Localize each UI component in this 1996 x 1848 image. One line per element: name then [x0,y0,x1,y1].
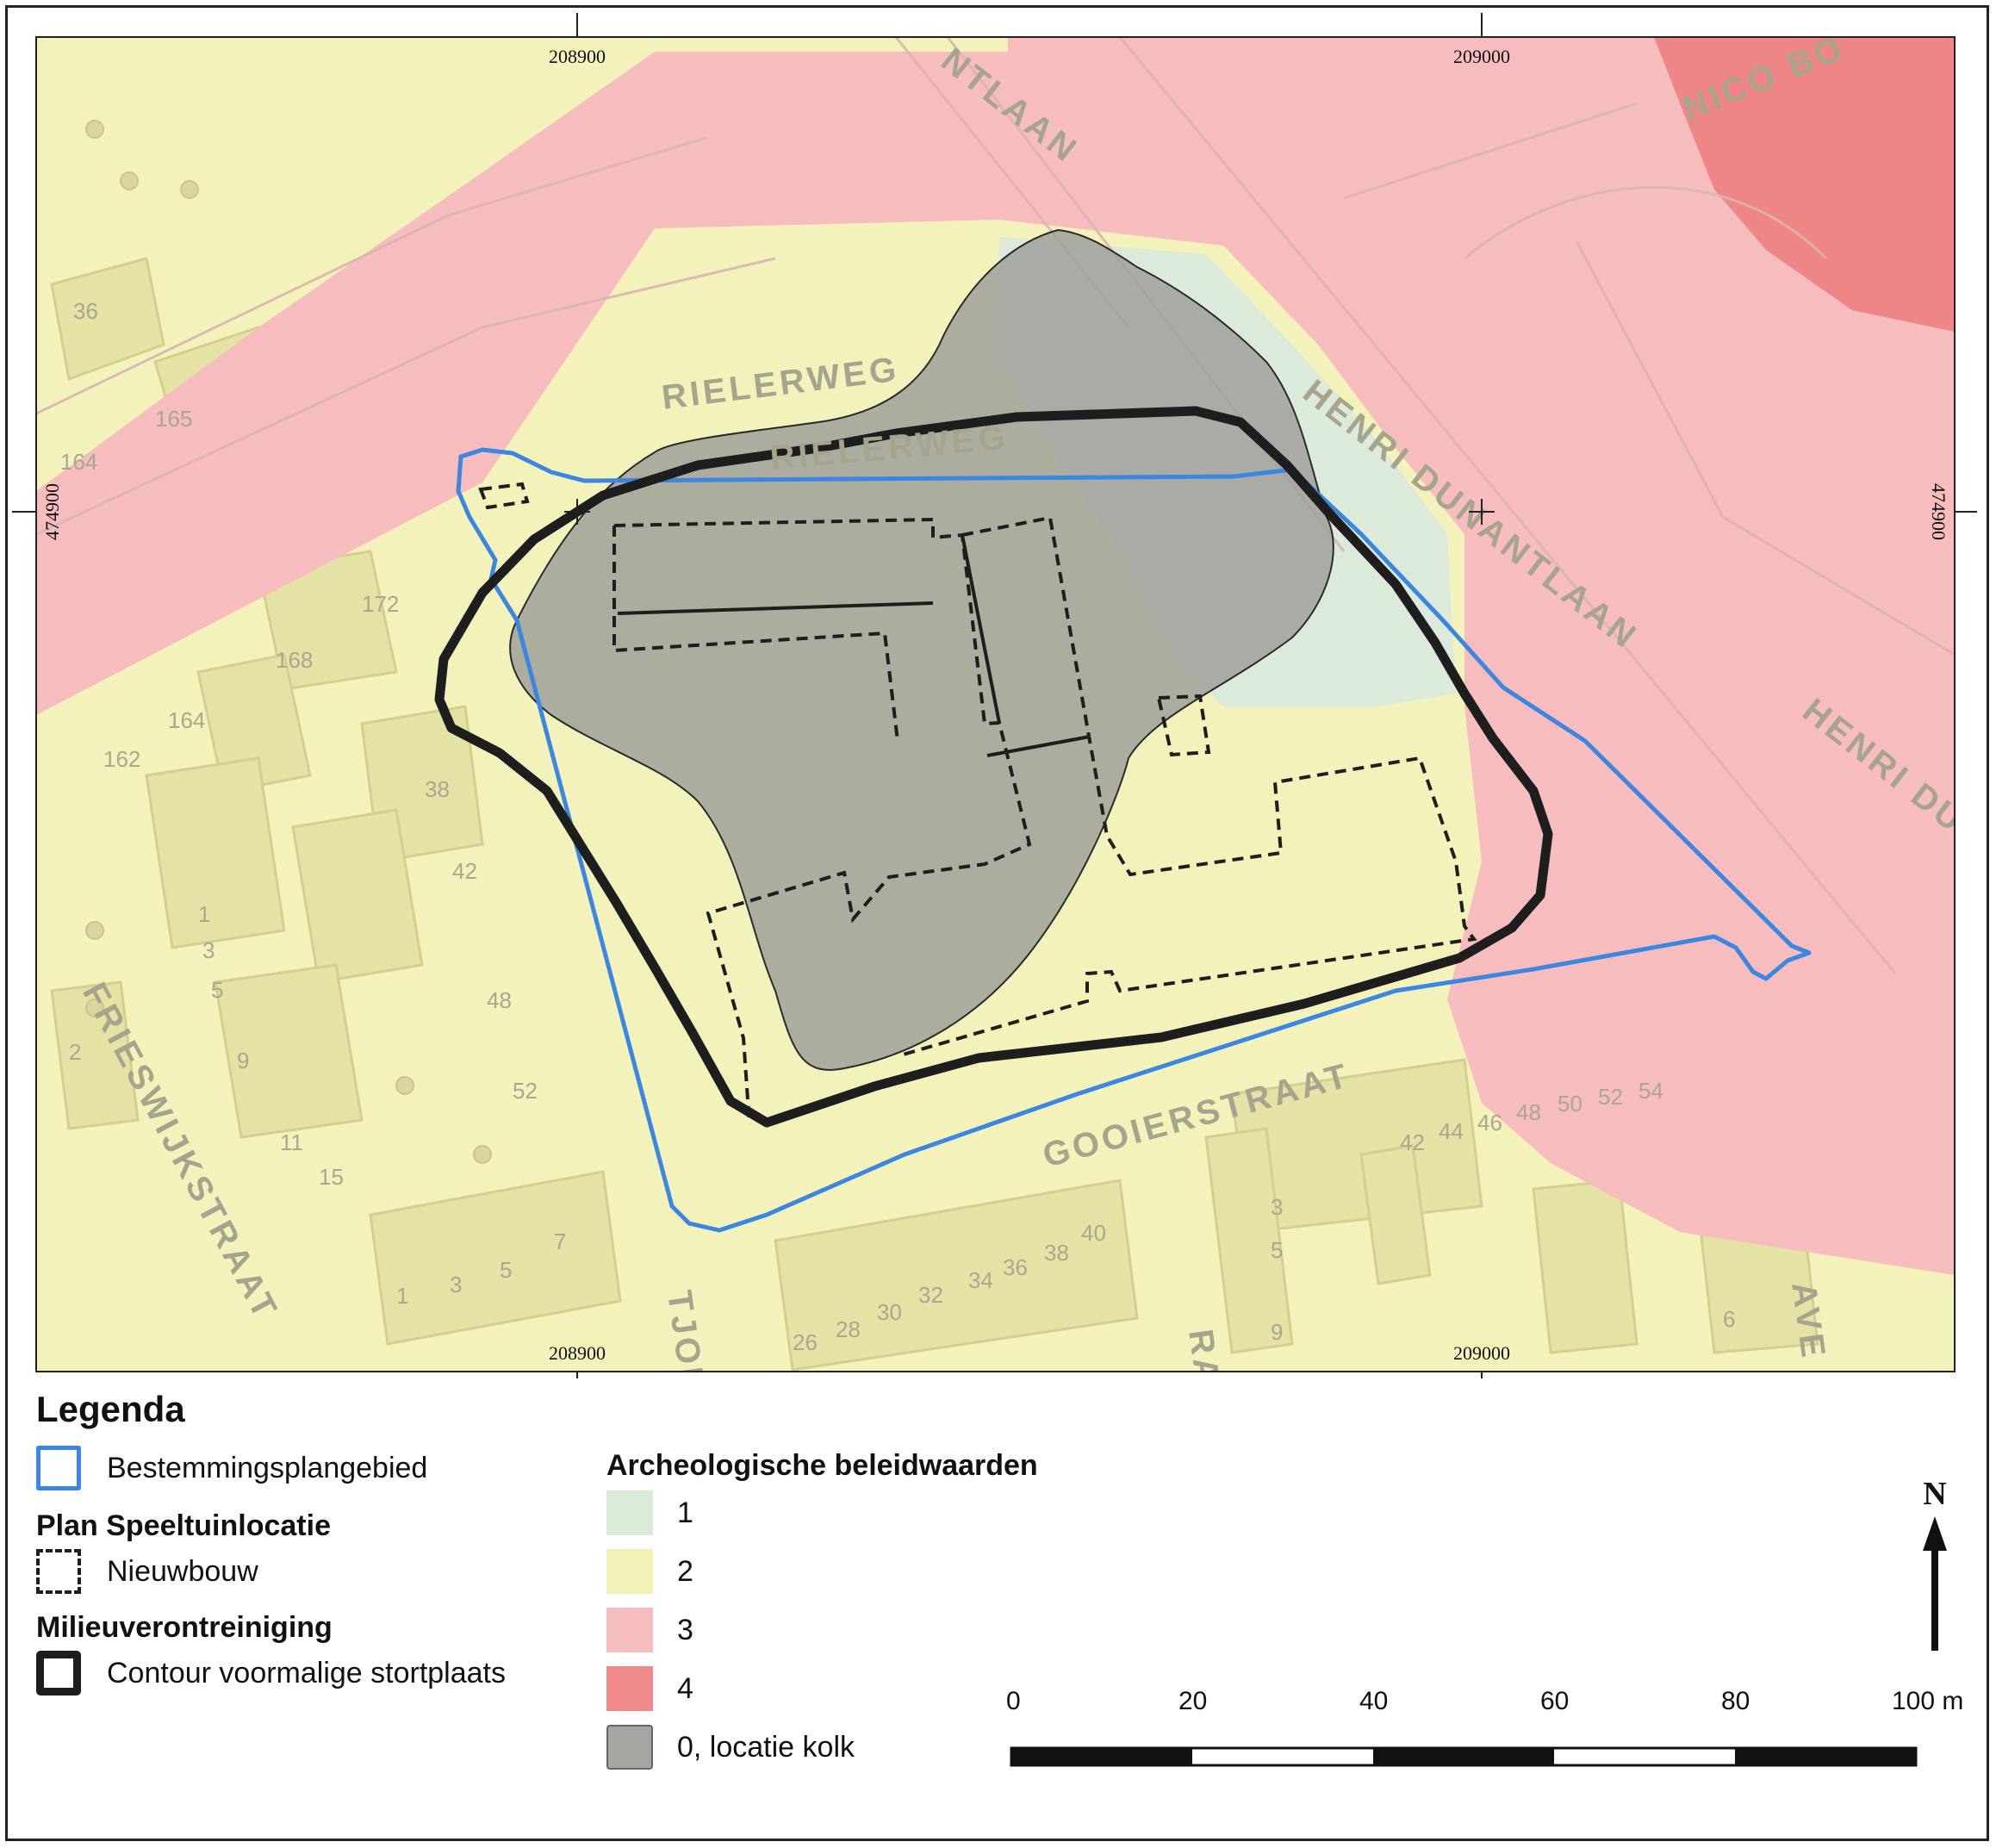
svg-text:165: 165 [155,406,192,432]
north-arrow-icon [1923,1516,1947,1651]
legend-label: 0, locatie kolk [677,1730,855,1764]
svg-text:28: 28 [836,1316,861,1342]
legend-group-plan-title: Plan Speeltuinlocatie [36,1509,331,1542]
svg-text:36: 36 [1003,1254,1028,1280]
legend-label: Nieuwbouw [107,1554,258,1588]
scale-label-0: 0 [1006,1687,1021,1715]
svg-text:5: 5 [1271,1237,1283,1263]
svg-text:1: 1 [396,1283,408,1309]
svg-text:34: 34 [968,1267,993,1293]
legend-item-landfill: Contour voormalige stortplaats [36,1651,506,1696]
svg-text:54: 54 [1638,1078,1663,1104]
svg-text:46: 46 [1477,1110,1502,1136]
svg-text:474900: 474900 [1928,483,1949,540]
svg-text:48: 48 [487,987,512,1013]
svg-text:42: 42 [1400,1129,1425,1155]
svg-text:474900: 474900 [41,483,63,540]
arch-2-swatch [606,1549,653,1594]
arch-3-swatch [606,1608,653,1652]
map-panel: RIELERWEG RIELERWEG HENRI DUNANTLAAN HEN… [12,13,1977,1378]
legend-label: 3 [677,1613,693,1646]
svg-text:11: 11 [280,1129,303,1155]
scale-label-40: 40 [1359,1687,1389,1715]
svg-text:38: 38 [1044,1240,1069,1266]
arch-1-swatch [606,1490,653,1535]
legend-item-kolk: 0, locatie kolk [606,1725,855,1770]
svg-text:164: 164 [168,707,205,733]
legend-item-arch-2: 2 [606,1549,693,1594]
svg-text:7: 7 [554,1229,566,1254]
svg-text:44: 44 [1439,1118,1464,1144]
new-build-swatch [36,1549,81,1594]
svg-text:209000: 209000 [1453,1342,1510,1364]
svg-text:1: 1 [198,901,210,927]
scale-label-100: 100 m [1892,1687,1964,1715]
svg-text:208900: 208900 [549,1342,606,1364]
svg-text:5: 5 [211,977,223,1003]
svg-text:168: 168 [276,647,313,673]
svg-text:30: 30 [877,1299,902,1325]
svg-text:5: 5 [500,1257,512,1283]
svg-text:26: 26 [793,1329,818,1355]
legend-label: Contour voormalige stortplaats [107,1656,507,1689]
north-arrow-label: N [1923,1476,1947,1512]
legend-item-arch-4: 4 [606,1666,693,1711]
legend-item-arch-3: 3 [606,1608,693,1652]
legend-label: Bestemmingsplangebied [107,1451,428,1484]
legend-item-plan-boundary: Bestemmingsplangebied [36,1446,427,1490]
svg-text:36: 36 [73,298,98,324]
svg-text:3: 3 [450,1272,462,1297]
svg-text:208900: 208900 [549,46,606,67]
plan-boundary-swatch [36,1446,81,1490]
arch-4-swatch [606,1666,653,1711]
legend-item-arch-1: 1 [606,1490,693,1535]
svg-text:38: 38 [425,776,450,802]
svg-text:3: 3 [1271,1194,1283,1220]
svg-text:3: 3 [202,937,215,963]
svg-text:164: 164 [60,449,97,475]
legend-label: 1 [677,1496,693,1529]
svg-text:2: 2 [69,1039,81,1065]
map-layers: RIELERWEG RIELERWEG HENRI DUNANTLAAN HEN… [36,37,1955,1372]
svg-text:52: 52 [1598,1084,1623,1110]
legend-label: 4 [677,1671,693,1705]
legend-group-pollution-title: Milieuverontreiniging [36,1611,333,1644]
svg-text:9: 9 [237,1048,249,1073]
svg-text:9: 9 [1271,1319,1283,1345]
svg-text:32: 32 [918,1282,943,1308]
scale-label-60: 60 [1540,1687,1570,1715]
legend-title: Legenda [36,1389,185,1429]
svg-text:42: 42 [452,858,477,884]
svg-text:52: 52 [513,1078,538,1104]
legend-group-arch-title: Archeologische beleidwaarden [606,1449,1038,1482]
svg-text:162: 162 [103,746,140,772]
svg-text:6: 6 [1723,1306,1735,1332]
svg-text:40: 40 [1081,1220,1106,1246]
kolk-swatch [606,1725,653,1770]
scale-bar [1010,1746,1918,1767]
landfill-swatch [36,1651,81,1696]
svg-text:209000: 209000 [1453,46,1510,67]
legend-label: 2 [677,1554,693,1588]
scale-label-20: 20 [1178,1687,1208,1715]
legend-item-new-build: Nieuwbouw [36,1549,258,1594]
svg-text:50: 50 [1558,1091,1582,1117]
svg-text:48: 48 [1516,1099,1541,1125]
svg-text:15: 15 [319,1164,344,1190]
scale-label-80: 80 [1721,1687,1750,1715]
svg-text:172: 172 [362,591,399,617]
